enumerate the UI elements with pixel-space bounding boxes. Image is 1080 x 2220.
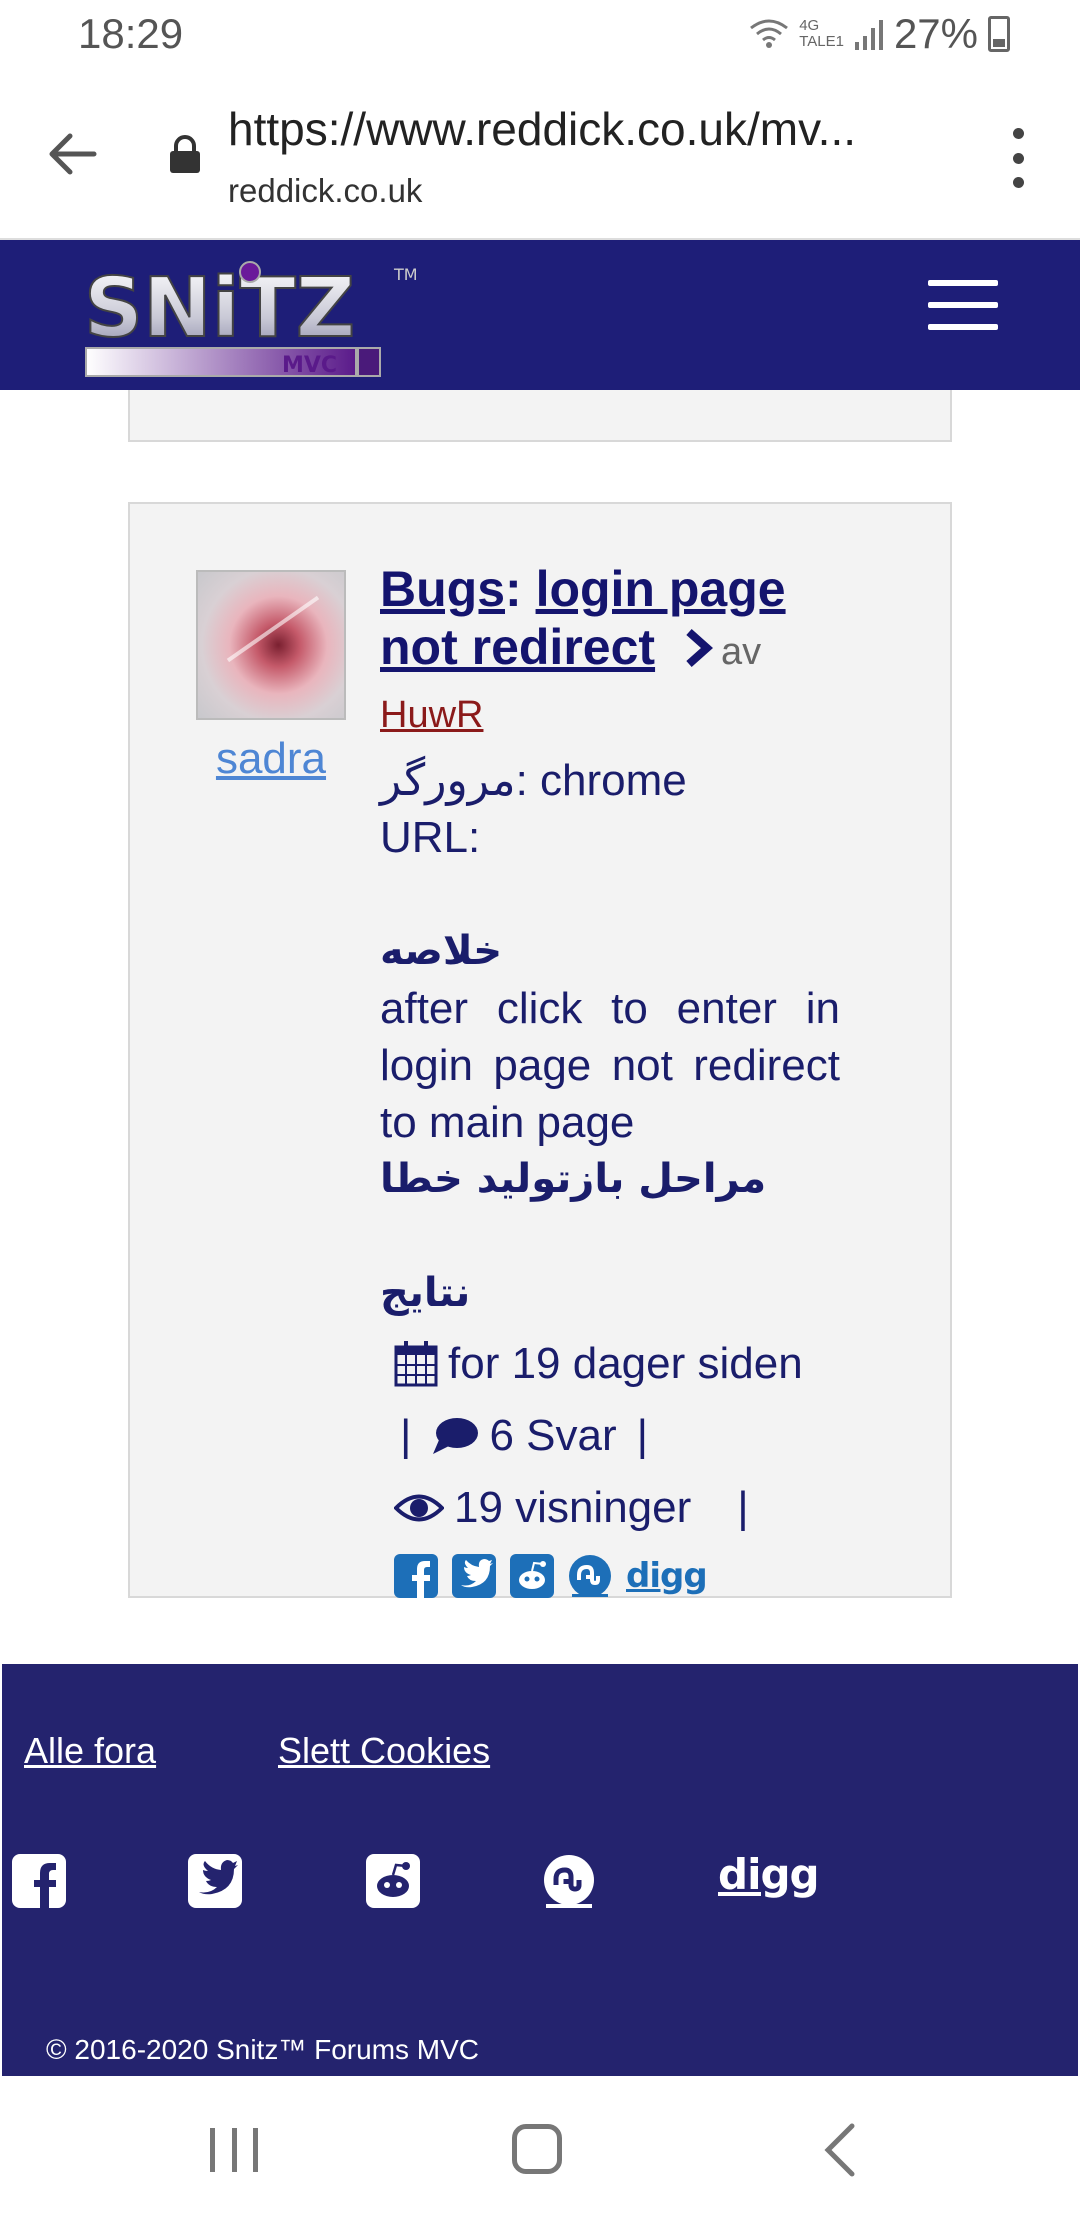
footer-stumbleupon-icon[interactable] [542, 1854, 596, 1908]
status-icons: 4G TALE1 27% [749, 10, 1010, 58]
summary-heading: خلاصه [380, 928, 503, 974]
pipe-separator: | [636, 1411, 649, 1460]
footer-reddit-icon[interactable] [366, 1854, 420, 1908]
footer-digg-link[interactable]: digg [718, 1850, 820, 1899]
author-link[interactable]: HuwR [380, 694, 483, 736]
site-footer: Alle fora Slett Cookies digg © 2016-2020… [2, 1664, 1078, 2076]
delete-cookies-link[interactable]: Slett Cookies [278, 1730, 490, 1772]
svg-text:TM: TM [393, 265, 418, 284]
battery-percent: 27% [893, 10, 978, 57]
comment-icon [433, 1418, 479, 1454]
post-content: مرورگر: chrome URL: خلاصه after click to… [380, 752, 840, 1322]
network-type: 4G [799, 17, 820, 34]
status-time: 18:29 [78, 10, 184, 57]
footer-twitter-icon[interactable] [188, 1854, 242, 1908]
twitter-icon[interactable] [452, 1554, 496, 1598]
signal-icon [854, 20, 883, 50]
steps-heading: مراحل بازتولید خطا [380, 1156, 767, 1202]
pipe-separator: | [400, 1411, 412, 1460]
post-body: Bugs: login page not redirect av HuwR مر… [380, 560, 840, 1598]
nav-back-icon[interactable] [820, 2122, 860, 2178]
category-link[interactable]: Bugs [380, 561, 505, 617]
hamburger-menu-icon[interactable] [928, 280, 998, 330]
view-count: 19 visninger [454, 1483, 692, 1532]
post-card: sadra Bugs: login page not redirect av H… [128, 502, 952, 1598]
site-header: SNiTZ MVC TM [0, 240, 1080, 390]
post-date-row: for 19 dager siden [380, 1328, 840, 1400]
by-label: av [720, 631, 762, 673]
post-date: for 19 dager siden [448, 1339, 803, 1388]
back-arrow-icon[interactable] [40, 122, 104, 186]
calendar-icon [394, 1341, 438, 1387]
wifi-icon [750, 19, 789, 48]
title-separator: : [505, 561, 522, 617]
browser-url-bar: https://www.reddick.co.uk/mv... reddick.… [0, 72, 1080, 240]
url-host: reddick.co.uk [228, 172, 423, 209]
snitz-logo[interactable]: SNiTZ MVC TM [82, 252, 422, 382]
status-bar: 18:29 4G TALE1 27% [0, 0, 1080, 72]
network-label: 4G TALE1 [799, 18, 844, 50]
footer-facebook-icon[interactable] [12, 1854, 66, 1908]
svg-text:SNiTZ: SNiTZ [84, 261, 355, 356]
copyright-text: © 2016-2020 Snitz™ Forums MVC [46, 2034, 480, 2065]
battery-icon [988, 16, 1010, 52]
svg-text:MVC: MVC [282, 353, 337, 378]
share-row: digg [380, 1554, 840, 1598]
lock-icon [170, 135, 200, 173]
summary-text: after click to enter in login page not r… [380, 984, 840, 1147]
eye-icon [394, 1494, 444, 1522]
user-avatar[interactable] [196, 570, 346, 720]
results-heading: نتایج [380, 1270, 471, 1316]
pipe-separator: | [737, 1483, 749, 1532]
post-title: Bugs: login page not redirect av HuwR [380, 560, 840, 744]
all-forums-link[interactable]: Alle fora [24, 1730, 156, 1772]
android-nav-bar [0, 2076, 1080, 2220]
post-views-row: 19 visninger | [380, 1472, 840, 1544]
carrier-label: TALE1 [799, 33, 844, 50]
facebook-icon[interactable] [394, 1554, 438, 1598]
url-line: URL: [380, 813, 481, 862]
reddit-icon[interactable] [510, 1554, 554, 1598]
recent-apps-icon[interactable] [210, 2128, 258, 2172]
chevron-right-icon[interactable] [683, 628, 713, 668]
url-text[interactable]: https://www.reddick.co.uk/mv... [228, 102, 856, 156]
digg-link[interactable]: digg [626, 1556, 708, 1596]
username-link[interactable]: sadra [186, 734, 356, 784]
post-replies-row: | 6 Svar | [380, 1400, 840, 1472]
previous-post-card [128, 390, 952, 442]
home-icon[interactable] [512, 2124, 562, 2174]
reply-count[interactable]: 6 Svar [489, 1411, 616, 1461]
stumbleupon-icon[interactable] [568, 1554, 612, 1598]
browser-line: مرورگر: chrome [380, 756, 687, 805]
browser-menu-icon[interactable] [1008, 128, 1028, 188]
